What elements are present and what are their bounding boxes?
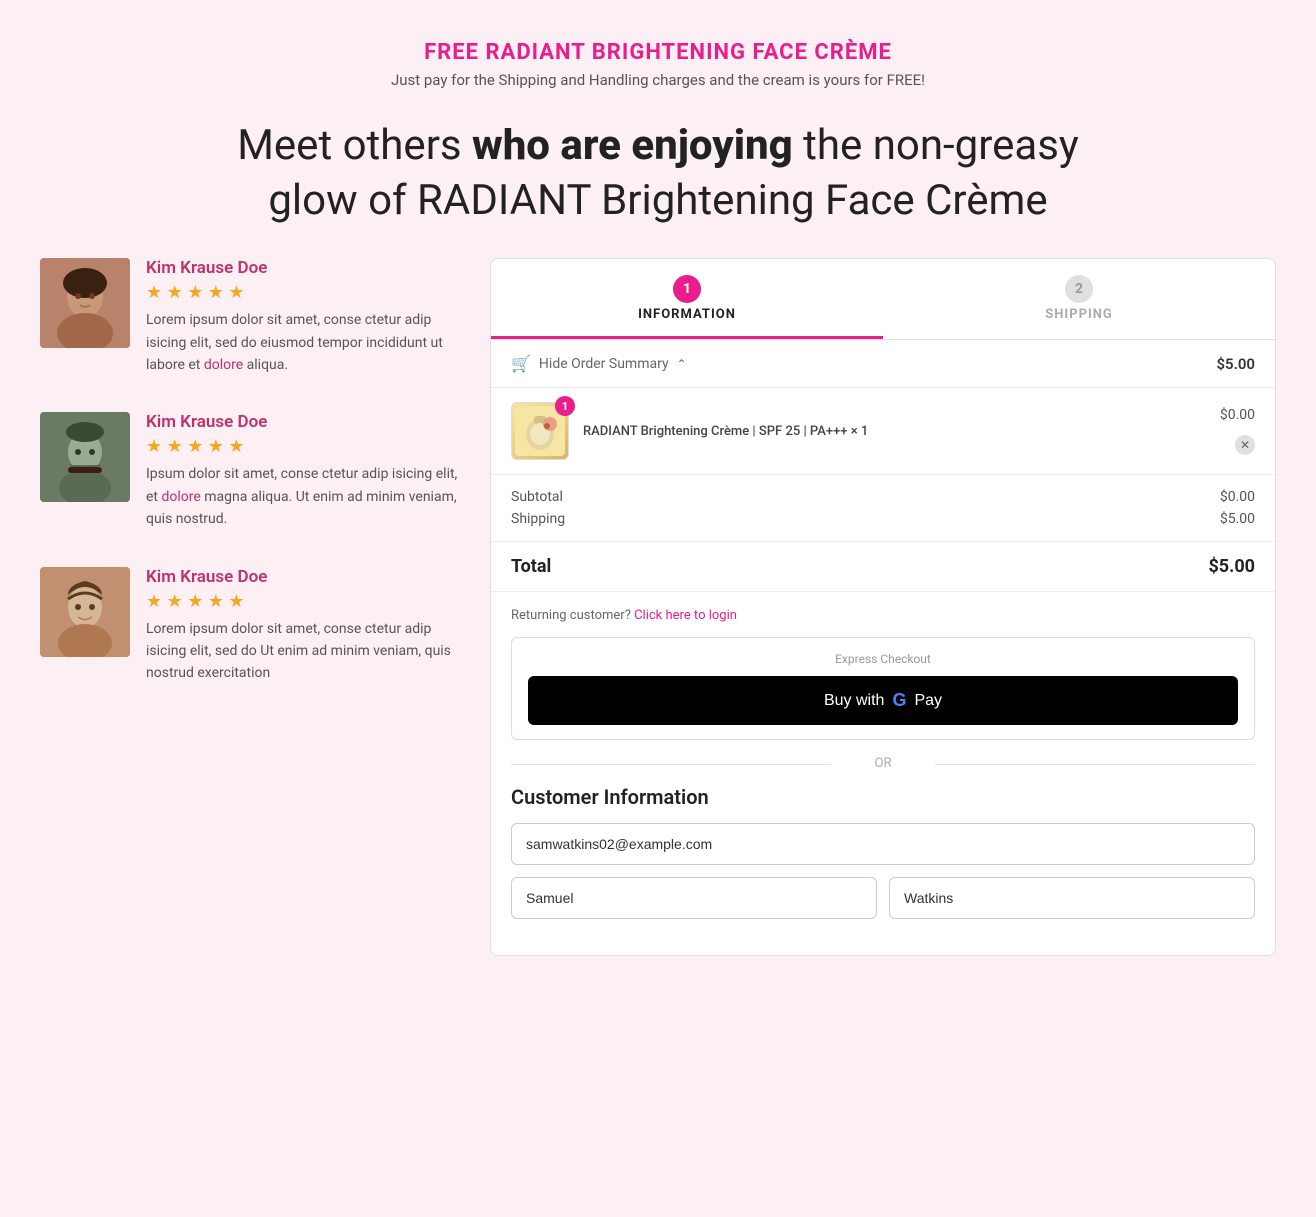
subtotal-row: Subtotal $0.00 — [511, 489, 1255, 505]
email-field-group — [511, 823, 1255, 865]
step-shipping[interactable]: 2 SHIPPING — [883, 275, 1275, 339]
chevron-up-icon: ⌃ — [677, 357, 687, 371]
product-name: RADIANT Brightening Crème | SPF 25 | PA+… — [583, 424, 868, 439]
reviews-column: Kim Krause Doe ★ ★ ★ ★ ★ Lorem ipsum dol… — [40, 258, 460, 721]
gpay-button[interactable]: Buy with G Pay — [528, 676, 1238, 725]
totals-section: Subtotal $0.00 Shipping $5.00 — [491, 475, 1275, 542]
order-summary-toggle[interactable]: 🛒 Hide Order Summary ⌃ $5.00 — [491, 340, 1275, 388]
subtotal-label: Subtotal — [511, 489, 563, 505]
review-stars: ★ ★ ★ ★ ★ — [146, 436, 460, 457]
email-field[interactable] — [511, 823, 1255, 865]
headline-bold: who are enjoying — [472, 121, 793, 170]
review-text: Lorem ipsum dolor sit amet, conse ctetur… — [146, 618, 460, 685]
review-stars: ★ ★ ★ ★ ★ — [146, 282, 460, 303]
review-text: Lorem ipsum dolor sit amet, conse ctetur… — [146, 309, 460, 376]
product-left: 1 RADIANT Brightening Crème | SPF 25 | P… — [511, 402, 868, 460]
shipping-label: Shipping — [511, 511, 565, 527]
total-value: $5.00 — [1208, 556, 1255, 577]
step-1-label: INFORMATION — [491, 307, 883, 322]
review-stars: ★ ★ ★ ★ ★ — [146, 591, 460, 612]
total-label: Total — [511, 556, 551, 577]
express-checkout-section: Express Checkout Buy with G Pay — [511, 637, 1255, 740]
customer-info-title: Customer Information — [511, 785, 1255, 809]
page-wrapper: FREE RADIANT BRIGHTENING FACE CRÈME Just… — [0, 0, 1316, 976]
cart-icon: 🛒 — [511, 354, 531, 373]
header-title: FREE RADIANT BRIGHTENING FACE CRÈME — [40, 40, 1276, 65]
review-content: Kim Krause Doe ★ ★ ★ ★ ★ Ipsum dolor sit… — [146, 412, 460, 530]
returning-customer: Returning customer? Click here to login — [511, 608, 1255, 623]
content-row: Kim Krause Doe ★ ★ ★ ★ ★ Lorem ipsum dol… — [40, 258, 1276, 956]
header-subtitle: Just pay for the Shipping and Handling c… — [40, 71, 1276, 89]
reviewer-name: Kim Krause Doe — [146, 412, 460, 432]
shipping-row: Shipping $5.00 — [511, 511, 1255, 527]
login-link[interactable]: Click here to login — [634, 608, 737, 623]
avatar — [40, 258, 130, 348]
avatar — [40, 567, 130, 657]
step-1-circle: 1 — [673, 275, 701, 303]
express-checkout-label: Express Checkout — [528, 652, 1238, 666]
headline-part1: Meet others — [237, 121, 472, 170]
order-summary-price: $5.00 — [1216, 355, 1255, 373]
grand-total-row: Total $5.00 — [491, 542, 1275, 592]
step-2-circle: 2 — [1065, 275, 1093, 303]
avatar — [40, 412, 130, 502]
review-text: Ipsum dolor sit amet, conse ctetur adip … — [146, 463, 460, 530]
review-item: Kim Krause Doe ★ ★ ★ ★ ★ Ipsum dolor sit… — [40, 412, 460, 530]
product-price: $0.00 — [1220, 407, 1255, 423]
product-thumbnail-wrap: 1 — [511, 402, 569, 460]
product-right: $0.00 ✕ — [1220, 407, 1255, 455]
gpay-pay-text: Pay — [914, 692, 942, 710]
product-remove-button[interactable]: ✕ — [1235, 435, 1255, 455]
checkout-body: Returning customer? Click here to login … — [491, 592, 1275, 955]
last-name-field[interactable] — [889, 877, 1255, 919]
review-item: Kim Krause Doe ★ ★ ★ ★ ★ Lorem ipsum dol… — [40, 258, 460, 376]
name-fields-row — [511, 877, 1255, 931]
checkout-panel: 1 INFORMATION 2 SHIPPING 🛒 Hide Order Su… — [490, 258, 1276, 956]
review-content: Kim Krause Doe ★ ★ ★ ★ ★ Lorem ipsum dol… — [146, 567, 460, 685]
shipping-value: $5.00 — [1220, 511, 1255, 527]
returning-customer-text: Returning customer? — [511, 608, 631, 623]
order-summary-left: 🛒 Hide Order Summary ⌃ — [511, 354, 687, 373]
subtotal-value: $0.00 — [1220, 489, 1255, 505]
gpay-buy-text: Buy with — [824, 692, 884, 710]
google-g-icon: G — [892, 690, 906, 711]
page-header: FREE RADIANT BRIGHTENING FACE CRÈME Just… — [40, 20, 1276, 99]
review-item: Kim Krause Doe ★ ★ ★ ★ ★ Lorem ipsum dol… — [40, 567, 460, 685]
step-information[interactable]: 1 INFORMATION — [491, 275, 883, 339]
order-summary-label: Hide Order Summary — [539, 356, 669, 372]
review-content: Kim Krause Doe ★ ★ ★ ★ ★ Lorem ipsum dol… — [146, 258, 460, 376]
main-headline: Meet others who are enjoying the non-gre… — [208, 119, 1108, 228]
reviewer-name: Kim Krause Doe — [146, 567, 460, 587]
reviewer-name: Kim Krause Doe — [146, 258, 460, 278]
or-divider: OR — [511, 756, 1255, 771]
product-quantity-badge: 1 — [555, 396, 575, 416]
last-name-group — [889, 877, 1255, 919]
first-name-group — [511, 877, 877, 919]
first-name-field[interactable] — [511, 877, 877, 919]
step-2-label: SHIPPING — [883, 307, 1275, 322]
checkout-steps: 1 INFORMATION 2 SHIPPING — [491, 259, 1275, 340]
product-row: 1 RADIANT Brightening Crème | SPF 25 | P… — [491, 388, 1275, 475]
